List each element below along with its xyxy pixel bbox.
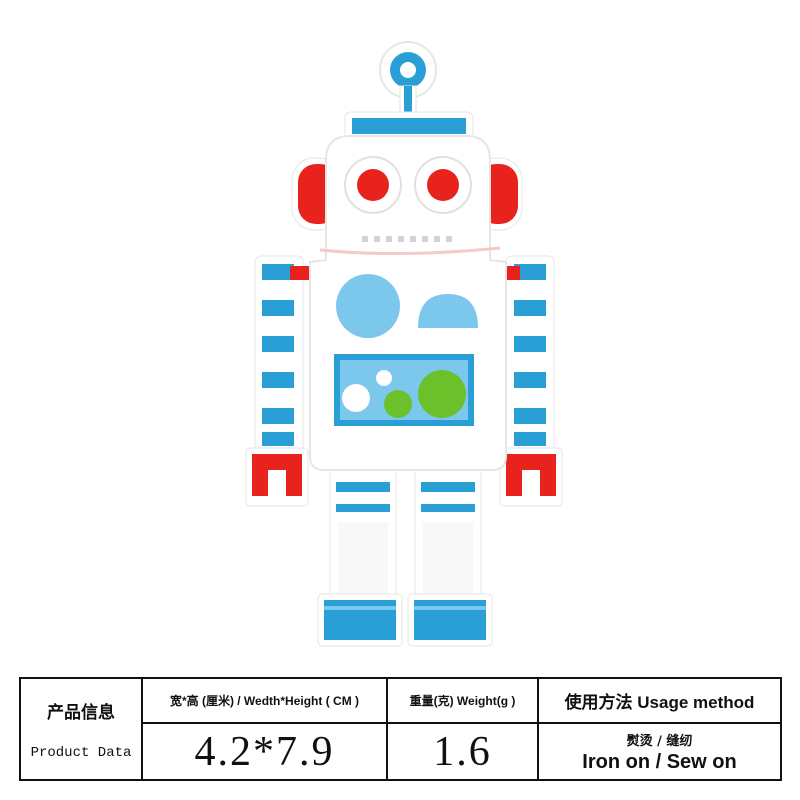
robot-patch [245, 41, 563, 647]
product-data-label-cn: 产品信息 [47, 702, 115, 723]
product-data-label-en: Product Data [30, 744, 132, 761]
chest-panel [334, 354, 474, 426]
usage-value-cn: 熨烫 / 缝纫 [626, 733, 693, 749]
size-value: 4.2*7.9 [141, 722, 388, 781]
product-data-label-cell: 产品信息 Product Data [19, 677, 143, 781]
robot-feet [317, 593, 493, 647]
size-header: 宽*高 (厘米) / Wedth*Height ( CM ) [141, 677, 388, 724]
usage-value-en: Iron on / Sew on [582, 750, 737, 773]
antenna [379, 41, 437, 119]
usage-header: 使用方法 Usage method [537, 677, 782, 724]
product-spec-table: 产品信息 Product Data 宽*高 (厘米) / Wedth*Heigh… [19, 677, 782, 781]
weight-value: 1.6 [386, 722, 539, 781]
weight-header: 重量(克) Weight(g ) [386, 677, 539, 724]
product-photo [245, 41, 563, 647]
usage-value-cell: 熨烫 / 缝纫 Iron on / Sew on [537, 722, 782, 781]
